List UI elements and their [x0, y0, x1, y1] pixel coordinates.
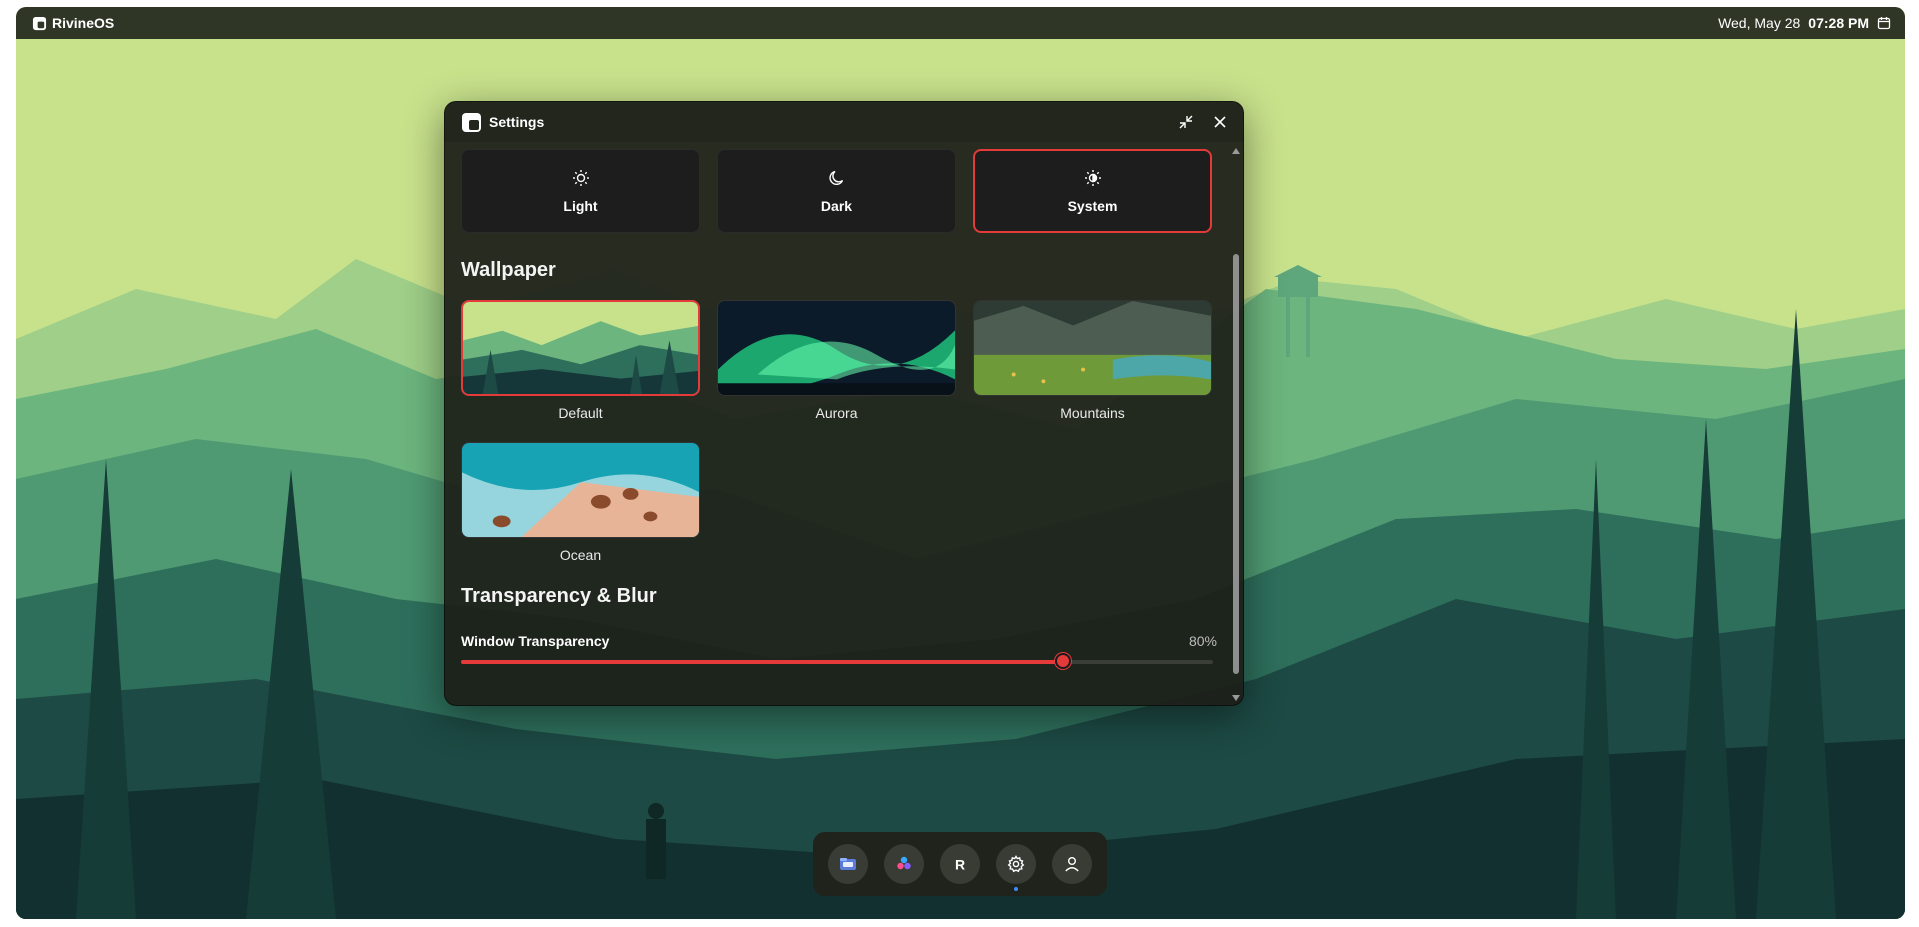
- dock-settings-app[interactable]: [996, 844, 1036, 891]
- calendar-icon[interactable]: [1877, 16, 1891, 30]
- settings-window: Settings Light Dark System Wallpaper Def…: [444, 101, 1244, 706]
- slider-fill: [461, 660, 1063, 664]
- wallpaper-ocean-label: Ocean: [559, 547, 602, 563]
- theme-options: Light Dark System: [461, 149, 1212, 233]
- collapse-icon: [1179, 115, 1193, 129]
- window-transparency-value: 80%: [1188, 633, 1217, 649]
- window-transparency-label: Window Transparency: [461, 633, 610, 649]
- wallpaper-ocean-option[interactable]: Ocean: [461, 442, 700, 563]
- desktop: RivineOS Wed, May 28 07:28 PM Settings L…: [16, 7, 1905, 919]
- theme-dark-label: Dark: [820, 198, 853, 214]
- dock-rivine-app[interactable]: R: [940, 844, 980, 884]
- paint-app-icon: [897, 856, 911, 870]
- files-app-icon: [840, 858, 856, 870]
- dock-paint-app[interactable]: [884, 844, 924, 884]
- theme-dark-option[interactable]: Dark: [717, 149, 956, 233]
- close-window-button[interactable]: [1211, 113, 1229, 131]
- moon-icon: [828, 170, 843, 185]
- scroll-down-arrow-icon[interactable]: [1232, 695, 1240, 701]
- wallpaper-aurora-thumbnail: [717, 300, 956, 396]
- close-icon: [1214, 116, 1226, 128]
- wallpaper-mountains-option[interactable]: Mountains: [973, 300, 1212, 421]
- wallpaper-default-label: Default: [558, 405, 603, 421]
- active-app-indicator: [1014, 887, 1018, 891]
- window-transparency-slider[interactable]: [461, 653, 1213, 669]
- date-text: Wed, May 28: [1718, 15, 1801, 31]
- clock[interactable]: Wed, May 28 07:28 PM: [1718, 15, 1891, 31]
- svg-text:R: R: [955, 857, 965, 873]
- window-title-bar[interactable]: Settings: [445, 102, 1243, 142]
- settings-app-logo-icon: [462, 112, 481, 132]
- dock-files-app[interactable]: [828, 844, 868, 884]
- wallpaper-mountains-label: Mountains: [1060, 405, 1125, 421]
- wallpaper-aurora-label: Aurora: [815, 405, 858, 421]
- transparency-section-title: Transparency & Blur: [461, 585, 657, 607]
- theme-system-option[interactable]: System: [973, 149, 1212, 233]
- window-title: Settings: [489, 114, 545, 130]
- dock: R: [813, 832, 1107, 896]
- brand-name: RivineOS: [52, 15, 115, 31]
- wallpaper-ocean-thumbnail: [461, 442, 700, 538]
- wallpaper-default-thumbnail: [461, 300, 700, 396]
- theme-light-label: Light: [563, 198, 598, 214]
- settings-scrollbar[interactable]: [1229, 142, 1243, 705]
- rivine-logo-icon: [32, 16, 47, 30]
- brand[interactable]: RivineOS: [32, 15, 114, 31]
- theme-system-label: System: [1067, 198, 1118, 214]
- settings-app-icon: [1007, 855, 1025, 873]
- theme-light-option[interactable]: Light: [461, 149, 700, 233]
- scroll-up-arrow-icon[interactable]: [1232, 148, 1240, 154]
- time-text: 07:28 PM: [1808, 15, 1869, 31]
- wallpaper-default-option[interactable]: Default: [461, 300, 700, 421]
- wallpaper-section-title: Wallpaper: [461, 259, 556, 281]
- user-app-icon: [1065, 857, 1079, 872]
- dock-user-app[interactable]: [1052, 844, 1092, 884]
- rivine-app-icon: R: [955, 857, 965, 873]
- system-theme-icon: [1084, 170, 1101, 186]
- slider-thumb[interactable]: [1054, 653, 1071, 669]
- scrollbar-thumb[interactable]: [1233, 254, 1239, 674]
- wallpaper-mountains-thumbnail: [973, 300, 1212, 396]
- wallpaper-aurora-option[interactable]: Aurora: [717, 300, 956, 421]
- minimize-window-button[interactable]: [1177, 113, 1195, 131]
- top-bar: RivineOS Wed, May 28 07:28 PM: [16, 7, 1905, 39]
- settings-content: Light Dark System Wallpaper Default Auro…: [445, 142, 1231, 705]
- sun-icon: [572, 170, 589, 186]
